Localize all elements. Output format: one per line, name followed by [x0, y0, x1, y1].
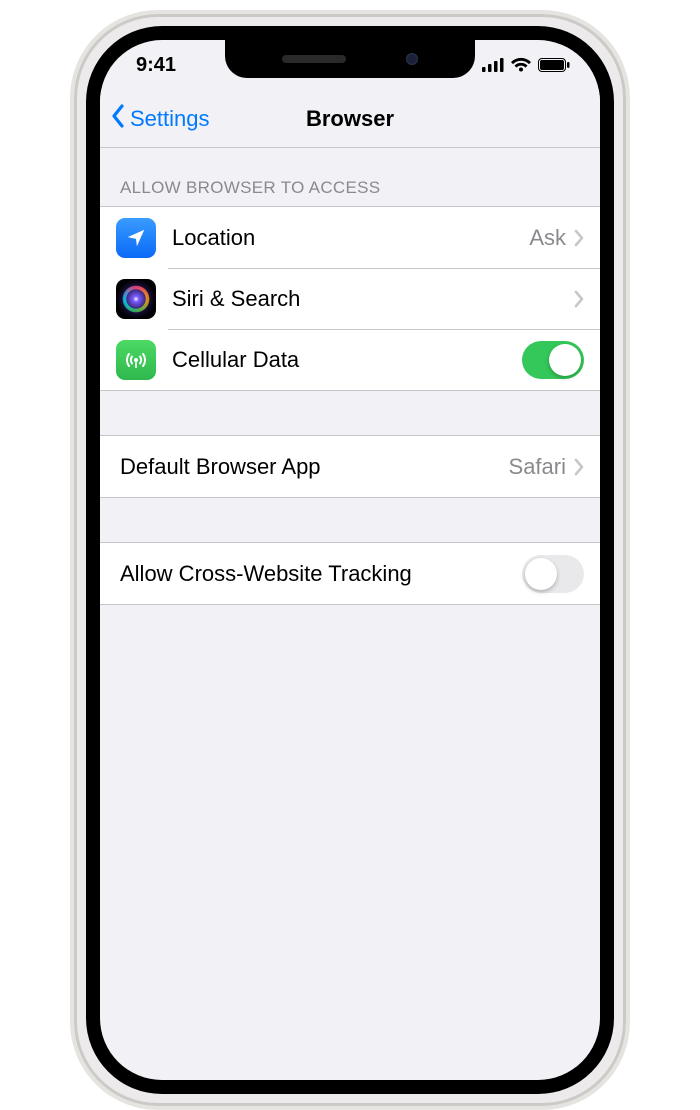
siri-icon: [116, 279, 156, 319]
row-cross-site-label: Allow Cross-Website Tracking: [120, 561, 522, 587]
display-notch: [225, 40, 475, 78]
cellular-data-toggle[interactable]: [522, 341, 584, 379]
location-icon: [116, 218, 156, 258]
phone-screen: 9:41 Set: [100, 40, 600, 1080]
cellular-data-icon: [116, 340, 156, 380]
phone-bezel: 9:41 Set: [86, 26, 614, 1094]
navigation-bar: Settings Browser: [100, 90, 600, 148]
front-camera: [406, 53, 418, 65]
earpiece-speaker: [282, 55, 346, 63]
volume-up-button: [70, 269, 74, 347]
status-time: 9:41: [136, 54, 236, 77]
chevron-right-icon: [574, 229, 584, 247]
cellular-signal-icon: [482, 58, 504, 72]
side-button: [626, 279, 630, 399]
row-cellular-label: Cellular Data: [172, 347, 522, 373]
group-default-browser: Default Browser App Safari: [100, 435, 600, 498]
row-default-browser-label: Default Browser App: [120, 454, 509, 480]
row-location-label: Location: [172, 225, 529, 251]
row-cellular-data[interactable]: Cellular Data: [100, 329, 600, 390]
section-header-access: ALLOW BROWSER TO ACCESS: [100, 148, 600, 206]
back-label: Settings: [130, 106, 210, 132]
battery-icon: [538, 58, 570, 72]
group-privacy: Allow Cross-Website Tracking: [100, 542, 600, 605]
row-default-browser[interactable]: Default Browser App Safari: [100, 436, 600, 497]
back-button[interactable]: Settings: [100, 104, 210, 134]
row-default-browser-value: Safari: [509, 454, 566, 480]
chevron-right-icon: [574, 290, 584, 308]
wifi-icon: [510, 57, 532, 73]
row-siri-search[interactable]: Siri & Search: [100, 268, 600, 329]
volume-down-button: [70, 366, 74, 444]
chevron-left-icon: [110, 104, 126, 134]
row-location-value: Ask: [529, 225, 566, 251]
chevron-right-icon: [574, 458, 584, 476]
group-access: Location Ask Siri & Search: [100, 206, 600, 391]
iphone-device-frame: 9:41 Set: [70, 10, 630, 1110]
settings-content: ALLOW BROWSER TO ACCESS Location Ask: [100, 148, 600, 605]
row-location[interactable]: Location Ask: [100, 207, 600, 268]
row-siri-label: Siri & Search: [172, 286, 574, 312]
silent-switch: [70, 194, 74, 234]
cross-website-tracking-toggle[interactable]: [522, 555, 584, 593]
row-cross-website-tracking[interactable]: Allow Cross-Website Tracking: [100, 543, 600, 604]
